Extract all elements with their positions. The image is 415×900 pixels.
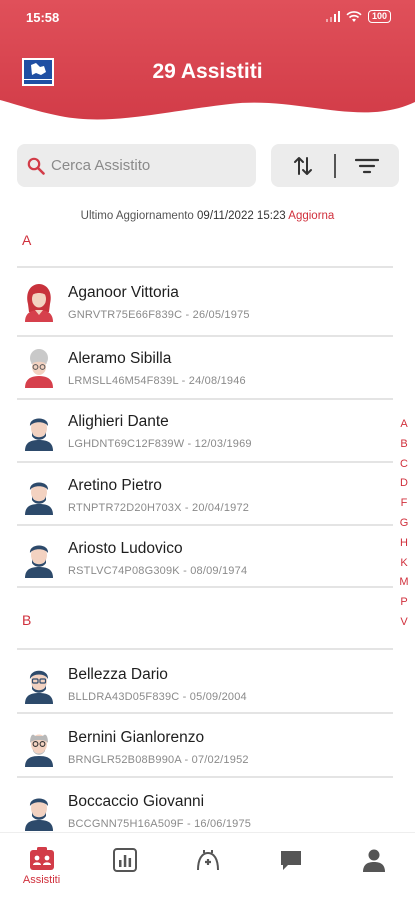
- sort-arrows-icon: [293, 156, 312, 175]
- last-update-label: Ultimo Aggiornamento: [80, 210, 194, 222]
- patient-name: Aretino Pietro: [68, 477, 162, 494]
- alpha-index-letter[interactable]: H: [397, 537, 411, 557]
- nav-medical[interactable]: [166, 833, 249, 900]
- alpha-index-letter[interactable]: V: [397, 616, 411, 636]
- alpha-index-letter[interactable]: F: [397, 497, 411, 517]
- patient-name: Alighieri Dante: [68, 413, 169, 430]
- search-input[interactable]: [51, 157, 241, 174]
- alpha-index-letter[interactable]: A: [397, 418, 411, 438]
- man-avatar-icon: [25, 798, 53, 831]
- patient-row[interactable]: Aleramo Sibilla LRMSLL46M54F839L - 24/08…: [17, 336, 393, 398]
- man-avatar-icon: [25, 418, 53, 451]
- patient-code: BRNGLR52B08B990A - 07/02/1952: [68, 754, 249, 766]
- section-divider: [17, 648, 393, 650]
- row-divider: [17, 712, 393, 714]
- row-divider: [17, 776, 393, 778]
- patient-row[interactable]: Aretino Pietro RTNPTR72D20H703X - 20/04/…: [17, 463, 393, 525]
- battery-indicator: 100: [367, 10, 391, 23]
- section-letter-a: A: [22, 232, 32, 248]
- nav-assistiti-label: Assistiti: [22, 874, 61, 886]
- patient-row[interactable]: Bellezza Dario BLLDRA43D05F839C - 05/09/…: [17, 652, 393, 714]
- patient-name: Aleramo Sibilla: [68, 350, 172, 367]
- patient-code: LRMSLL46M54F839L - 24/08/1946: [68, 375, 246, 387]
- row-divider: [17, 586, 393, 588]
- patient-code: RSTLVC74P08G309K - 08/09/1974: [68, 565, 248, 577]
- medical-bag-icon: [196, 850, 219, 871]
- nav-profile[interactable]: [332, 833, 415, 900]
- search-box[interactable]: [17, 144, 256, 187]
- patient-code: LGHDNT69C12F839W - 12/03/1969: [68, 438, 252, 450]
- patient-name: Aganoor Vittoria: [68, 284, 179, 301]
- list-tools: [271, 144, 399, 187]
- patient-name: Boccaccio Giovanni: [68, 793, 205, 810]
- elderly-woman-avatar-icon: [25, 349, 53, 388]
- section-divider: [17, 266, 393, 268]
- alphabet-index: A B C D F G H K M P V: [397, 418, 411, 636]
- man-avatar-icon: [25, 482, 53, 515]
- patient-row[interactable]: Alighieri Dante LGHDNT69C12F839W - 12/03…: [17, 399, 393, 461]
- user-profile-icon: [362, 849, 385, 872]
- patient-code: GNRVTR75E66F839C - 26/05/1975: [68, 309, 250, 321]
- signal-icon: [325, 11, 340, 22]
- status-bar: 15:58 100: [0, 0, 415, 34]
- patient-row[interactable]: Bernini Gianlorenzo BRNGLR52B08B990A - 0…: [17, 715, 393, 777]
- alpha-index-letter[interactable]: K: [397, 557, 411, 577]
- patient-code: BCCGNN75H16A509F - 16/06/1975: [68, 818, 252, 830]
- refresh-link[interactable]: Aggiorna: [288, 210, 334, 222]
- elderly-man-avatar-icon: [25, 734, 53, 767]
- woman-red-hair-avatar-icon: [25, 284, 53, 322]
- patient-code: BLLDRA43D05F839C - 05/09/2004: [68, 691, 247, 703]
- filter-icon: [355, 158, 380, 173]
- patient-row[interactable]: Aganoor Vittoria GNRVTR75E66F839C - 26/0…: [17, 270, 393, 332]
- wifi-icon: [346, 10, 362, 22]
- alpha-index-letter[interactable]: C: [397, 458, 411, 478]
- stats-chart-icon: [112, 848, 137, 872]
- page-title: 29 Assistiti: [152, 60, 263, 83]
- status-icons: 100: [325, 10, 391, 23]
- patient-name: Bernini Gianlorenzo: [68, 729, 205, 746]
- patient-code: RTNPTR72D20H703X - 20/04/1972: [68, 502, 250, 514]
- section-letter-b: B: [22, 612, 32, 628]
- alpha-index-letter[interactable]: P: [397, 596, 411, 616]
- alpha-index-letter[interactable]: G: [397, 517, 411, 537]
- nav-statistics[interactable]: [83, 833, 166, 900]
- patient-name: Ariosto Ludovico: [68, 540, 183, 557]
- patient-row[interactable]: Ariosto Ludovico RSTLVC74P08G309K - 08/0…: [17, 526, 393, 588]
- bottom-nav: Assistiti: [0, 832, 415, 900]
- man-glasses-avatar-icon: [25, 670, 53, 704]
- last-update-datetime: 09/11/2022 15:23: [197, 210, 286, 222]
- sort-button[interactable]: [271, 144, 334, 187]
- alpha-index-letter[interactable]: B: [397, 438, 411, 458]
- app-header: 15:58 100 29 Assistiti: [0, 0, 415, 130]
- search-icon: [27, 157, 45, 175]
- man-avatar-icon: [25, 545, 53, 578]
- filter-button[interactable]: [336, 144, 399, 187]
- patient-name: Bellezza Dario: [68, 666, 168, 683]
- alpha-index-letter[interactable]: M: [397, 576, 411, 596]
- patients-list-icon: [29, 847, 54, 870]
- alpha-index-letter[interactable]: D: [397, 477, 411, 497]
- nav-assistiti[interactable]: Assistiti: [0, 833, 83, 900]
- chat-bubble-icon: [280, 851, 301, 870]
- last-update-line: Ultimo Aggiornamento 09/11/2022 15:23 Ag…: [0, 210, 415, 222]
- nav-messages[interactable]: [249, 833, 332, 900]
- status-time: 15:58: [26, 10, 60, 25]
